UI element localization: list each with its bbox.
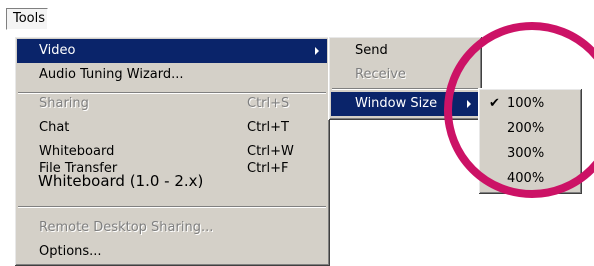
tools-menu: Video Audio Tuning Wizard... Sharing Ctr… [14, 36, 330, 266]
video-submenu: Send Receive Window Size [328, 36, 482, 120]
menu-item-label: Receive [355, 67, 406, 82]
menu-separator [18, 206, 326, 208]
menu-item-receive: Receive [331, 63, 479, 87]
menu-item-chat[interactable]: Chat Ctrl+T [17, 116, 327, 140]
menu-item-remote-desktop-sharing: Remote Desktop Sharing... [17, 216, 327, 240]
menu-item-label: Options... [39, 244, 102, 259]
menu-item-label: Remote Desktop Sharing... [39, 220, 214, 235]
menu-item-label: 300% [507, 146, 545, 161]
menu-item-label: 200% [507, 121, 545, 136]
menu-separator [332, 88, 478, 90]
menu-item-label: Send [355, 43, 388, 58]
menu-item-label: Window Size [355, 96, 438, 111]
menu-item-label: Audio Tuning Wizard... [39, 67, 184, 82]
menu-item-label: Sharing [39, 96, 89, 111]
menu-item-shortcut: Ctrl+F [247, 161, 289, 176]
submenu-arrow-icon [315, 47, 319, 55]
menu-item-window-size-400[interactable]: 400% [481, 166, 579, 191]
menu-item-label: 100% [507, 96, 545, 111]
menu-item-label: 400% [507, 171, 545, 186]
menu-item-label: Video [39, 43, 76, 58]
menu-item-window-size[interactable]: Window Size [331, 92, 479, 116]
menu-item-window-size-100[interactable]: ✔ 100% [481, 91, 579, 116]
menu-item-shortcut: Ctrl+T [247, 120, 289, 135]
checkmark-icon: ✔ [489, 96, 500, 111]
menu-item-sharing: Sharing Ctrl+S [17, 92, 327, 116]
menu-item-shortcut: Ctrl+S [247, 96, 290, 111]
menu-item-audio-tuning-wizard[interactable]: Audio Tuning Wizard... [17, 63, 327, 87]
menu-item-label: Chat [39, 120, 70, 135]
window-size-submenu: ✔ 100% 200% 300% 400% [478, 88, 582, 194]
menu-item-options[interactable]: Options... [17, 240, 327, 264]
menubar-tools-label: Tools [13, 11, 46, 26]
submenu-arrow-icon [467, 100, 471, 108]
menu-item-send[interactable]: Send [331, 39, 479, 63]
menubar-tools[interactable]: Tools [6, 8, 48, 30]
menu-item-window-size-300[interactable]: 300% [481, 141, 579, 166]
whiteboard-version-note: Whiteboard (1.0 - 2.x) [38, 172, 204, 190]
menu-item-video[interactable]: Video [17, 39, 327, 63]
menu-item-window-size-200[interactable]: 200% [481, 116, 579, 141]
